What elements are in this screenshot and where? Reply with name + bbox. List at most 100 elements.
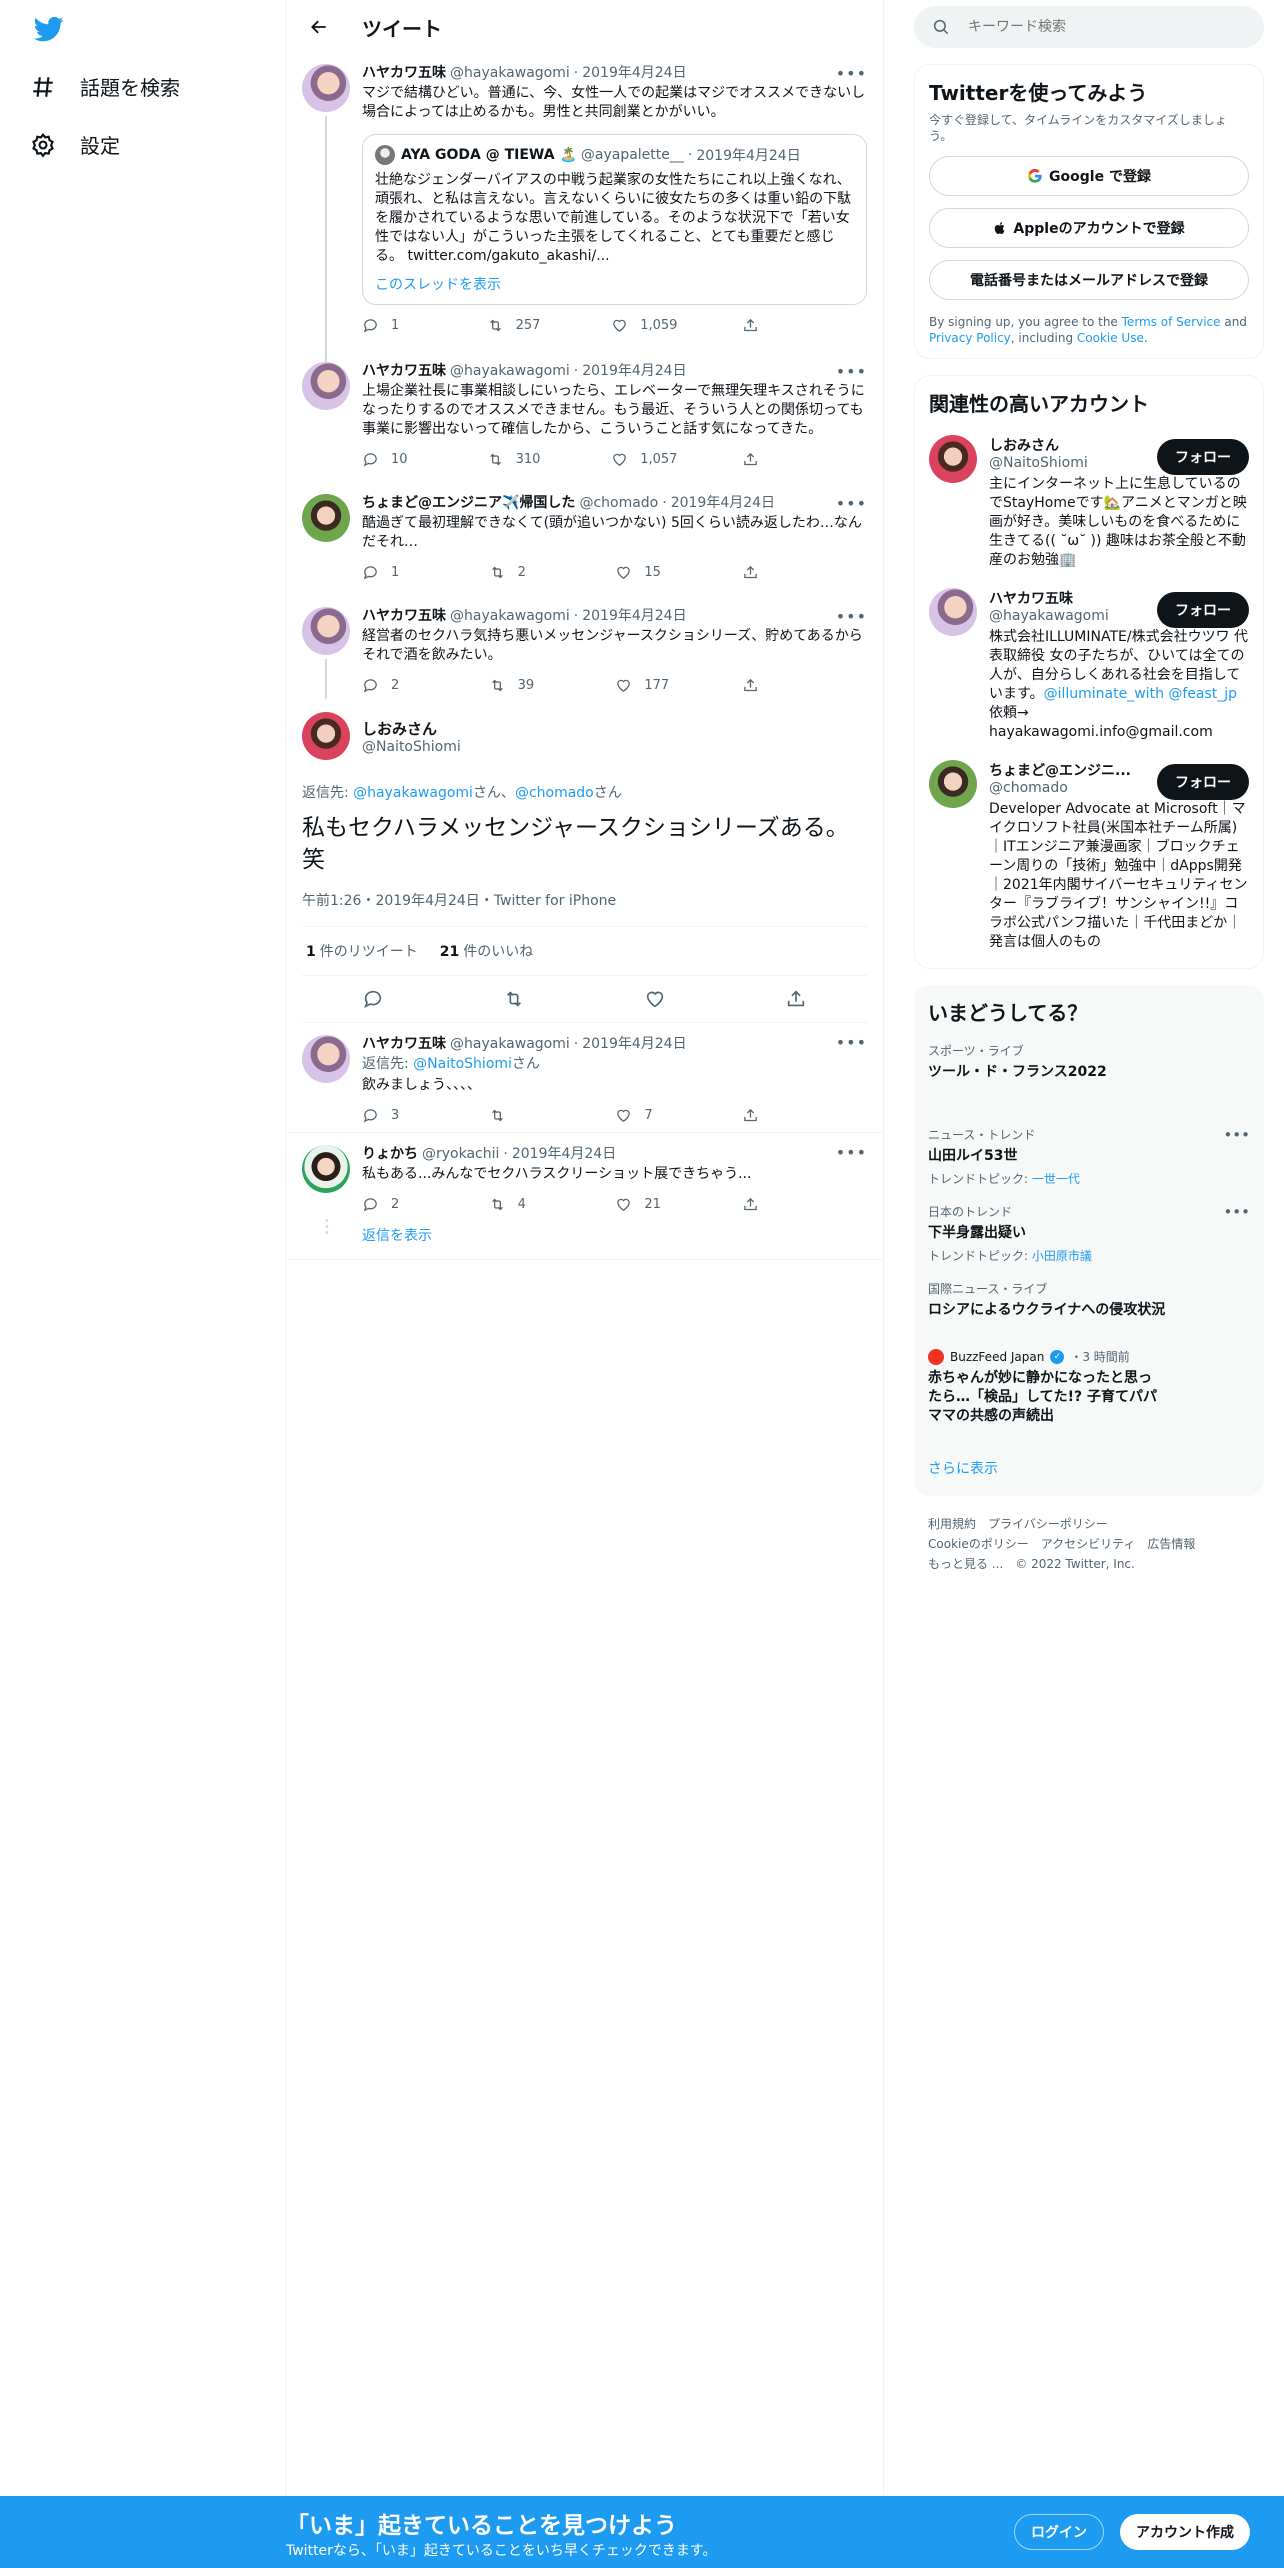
news-item[interactable]: BuzzFeed Japan ✓ ・3 時間前 赤ちゃんが妙に静かになったと思っ… [928, 1348, 1250, 1426]
tweet-timestamp[interactable]: 午前1:26・2019年4月24日・Twitter for iPhone [302, 890, 867, 927]
more-options-icon[interactable]: ••• [836, 1033, 867, 1052]
more-options-icon[interactable]: ••• [1223, 1203, 1250, 1221]
follow-button[interactable]: フォロー [1157, 592, 1249, 628]
avatar[interactable] [929, 760, 977, 808]
author-handle[interactable]: @NaitoShiomi [362, 739, 461, 755]
account-card[interactable]: ハヤカワ五味 @hayakawagomi 株式会社ILLUMINATE/株式会社… [929, 588, 1249, 742]
retweet-button[interactable] [489, 1107, 549, 1124]
follow-button[interactable]: フォロー [1157, 764, 1249, 800]
tweet[interactable]: ちょまど@エンジニア✈️帰国した @chomado · 2019年4月24日 酷… [286, 484, 883, 589]
show-replies-link[interactable]: 返信を表示 [362, 1228, 432, 1244]
like-button[interactable]: 7 [615, 1107, 675, 1124]
avatar[interactable] [302, 607, 350, 655]
avatar[interactable] [302, 1035, 350, 1083]
google-signup-button[interactable]: Google で登録 [929, 156, 1249, 196]
retweet-count[interactable]: 1 件のリツイート [306, 941, 418, 961]
tweet-date[interactable]: 2019年4月24日 [582, 607, 686, 625]
retweet-button[interactable]: 4 [489, 1196, 549, 1213]
share-button[interactable] [742, 677, 802, 694]
avatar[interactable] [302, 362, 350, 410]
reply-icon[interactable] [362, 988, 384, 1010]
search-input[interactable] [968, 19, 1208, 35]
more-options-icon[interactable]: ••• [836, 64, 867, 83]
avatar[interactable] [302, 712, 350, 760]
terms-link[interactable]: Terms of Service [1122, 315, 1221, 329]
author-handle[interactable]: @chomado [579, 494, 658, 512]
tweet-date[interactable]: 2019年4月24日 [671, 494, 775, 512]
follow-button[interactable]: フォロー [1157, 439, 1249, 475]
footer-link[interactable]: 広告情報 [1147, 1537, 1195, 1551]
tweet-date[interactable]: 2019年4月24日 [582, 1035, 686, 1053]
show-more-link[interactable]: さらに表示 [928, 1458, 998, 1478]
retweet-button[interactable]: 2 [489, 564, 549, 581]
mention-link[interactable]: @chomado [515, 785, 594, 801]
mention-link[interactable]: @illuminate_with [1044, 686, 1164, 702]
footer-link[interactable]: プライバシーポリシー [988, 1517, 1108, 1531]
reply-button[interactable]: 1 [362, 317, 422, 334]
tweet-date[interactable]: 2019年4月24日 [582, 64, 686, 82]
more-options-icon[interactable]: ••• [836, 1143, 867, 1162]
tweet-date[interactable]: 2019年4月24日 [582, 362, 686, 380]
like-button[interactable]: 177 [615, 677, 675, 694]
like-button[interactable]: 1,059 [611, 317, 677, 334]
apple-signup-button[interactable]: Appleのアカウントで登録 [929, 208, 1249, 248]
trend-item[interactable]: ••• ニュース・トレンド 山田ルイ53世 トレンドトピック: 一世一代 [928, 1126, 1250, 1187]
tweet[interactable]: ハヤカワ五味 @hayakawagomi · 2019年4月24日 経営者のセク… [286, 597, 883, 702]
more-options-icon[interactable]: ••• [836, 362, 867, 381]
twitter-logo-icon[interactable] [32, 14, 66, 44]
retweet-button[interactable]: 39 [489, 677, 549, 694]
nav-explore[interactable]: 話題を検索 [30, 72, 180, 101]
create-account-button[interactable]: アカウント作成 [1120, 2514, 1250, 2550]
avatar[interactable] [302, 64, 350, 112]
retweet-button[interactable]: 310 [487, 451, 547, 468]
reply-tweet[interactable]: ハヤカワ五味 @hayakawagomi · 2019年4月24日 返信先: @… [286, 1023, 883, 1133]
author-name[interactable]: ハヤカワ五味 [362, 64, 446, 82]
nav-settings[interactable]: 設定 [30, 130, 120, 159]
share-button[interactable] [742, 564, 802, 581]
heart-icon[interactable] [644, 988, 666, 1010]
trend-item[interactable]: ••• 日本のトレンド 下半身露出疑い トレンドトピック: 小田原市議 [928, 1203, 1250, 1264]
tweet-date[interactable]: 2019年4月24日 [512, 1145, 616, 1163]
author-handle[interactable]: @hayakawagomi [450, 64, 570, 82]
footer-link[interactable]: アクセシビリティ [1041, 1537, 1136, 1551]
trend-topic-link[interactable]: 一世一代 [1032, 1172, 1080, 1186]
back-button[interactable] [302, 10, 336, 44]
like-button[interactable]: 15 [615, 564, 675, 581]
avatar[interactable] [302, 494, 350, 542]
author-handle[interactable]: @ryokachii [422, 1145, 499, 1163]
trend-item[interactable]: スポーツ・ライブ ツール・ド・フランス2022 [928, 1042, 1250, 1082]
share-button[interactable] [742, 1107, 802, 1124]
phone-email-signup-button[interactable]: 電話番号またはメールアドレスで登録 [929, 260, 1249, 300]
reply-button[interactable]: 2 [362, 677, 422, 694]
reply-button[interactable]: 1 [362, 564, 422, 581]
author-name[interactable]: ちょまど@エンジニア✈️帰国した [362, 494, 575, 512]
footer-link[interactable]: 利用規約 [928, 1517, 976, 1531]
show-thread-link[interactable]: このスレッドを表示 [375, 274, 501, 294]
privacy-link[interactable]: Privacy Policy [929, 331, 1011, 345]
footer-link[interactable]: もっと見る ... [928, 1557, 1003, 1571]
trend-item[interactable]: 国際ニュース・ライブ ロシアによるウクライナへの侵攻状況 [928, 1280, 1250, 1320]
account-card[interactable]: ちょまど@エンジニ... @chomado Developer Advocate… [929, 760, 1249, 952]
mention-link[interactable]: @NaitoShiomi [413, 1056, 512, 1072]
reply-button[interactable]: 3 [362, 1107, 422, 1124]
avatar[interactable] [929, 588, 977, 636]
share-button[interactable] [742, 451, 802, 468]
footer-link[interactable]: Cookieのポリシー [928, 1537, 1029, 1551]
account-card[interactable]: しおみさん @NaitoShiomi 主にインターネット上に生息しているのでSt… [929, 435, 1249, 570]
reply-button[interactable]: 2 [362, 1196, 422, 1213]
cookie-link[interactable]: Cookie Use [1077, 331, 1144, 345]
more-options-icon[interactable]: ••• [836, 607, 867, 626]
share-button[interactable] [742, 317, 802, 334]
mention-link[interactable]: @feast_jp [1168, 686, 1237, 702]
mention-link[interactable]: @hayakawagomi [353, 785, 473, 801]
reply-button[interactable]: 10 [362, 451, 422, 468]
author-name[interactable]: ハヤカワ五味 [362, 362, 446, 380]
show-replies-row[interactable]: • • • 返信を表示 [286, 1217, 883, 1260]
retweet-icon[interactable] [503, 988, 525, 1010]
login-button[interactable]: ログイン [1014, 2514, 1104, 2550]
share-button[interactable] [742, 1196, 802, 1213]
author-name[interactable]: ハヤカワ五味 [362, 607, 446, 625]
tweet[interactable]: ハヤカワ五味 @hayakawagomi · 2019年4月24日 上場企業社長… [286, 352, 883, 476]
trend-topic-link[interactable]: 小田原市議 [1032, 1249, 1092, 1263]
author-name[interactable]: しおみさん [362, 718, 461, 739]
